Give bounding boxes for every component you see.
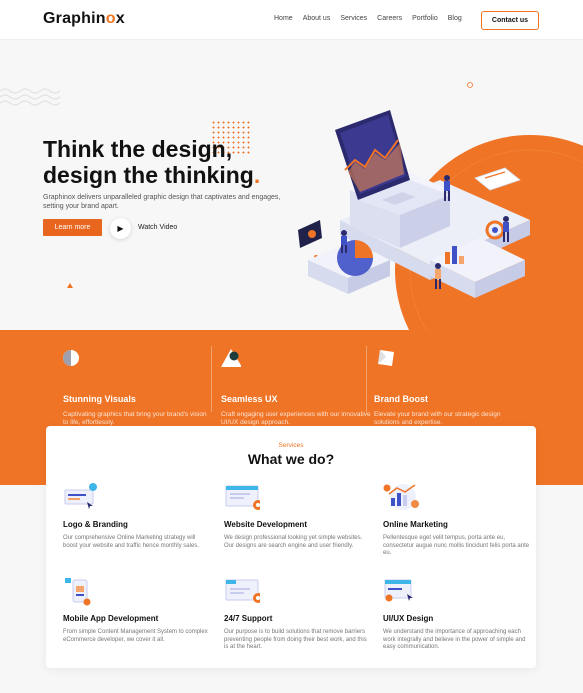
nav-blog[interactable]: Blog xyxy=(448,15,462,22)
nav-portfolio[interactable]: Portfolio xyxy=(412,15,438,22)
nav-careers[interactable]: Careers xyxy=(377,15,402,22)
divider xyxy=(211,346,212,412)
hero-title: Think the design, design the thinking. xyxy=(43,136,261,188)
contact-button[interactable]: Contact us xyxy=(481,11,539,30)
logo[interactable]: Graphinox xyxy=(43,10,125,28)
ui-ux-design-icon xyxy=(384,579,413,602)
hero-illustration xyxy=(298,82,583,330)
wave-decoration-icon xyxy=(0,88,61,106)
services-card: Services What we do? Logo & Branding Our… xyxy=(46,426,536,668)
diamond-icon xyxy=(378,350,394,366)
main-nav: Home About us Services Careers Portfolio… xyxy=(274,15,462,22)
website-development-icon xyxy=(225,485,260,510)
nav-home[interactable]: Home xyxy=(274,15,293,22)
site-header: Graphinox Home About us Services Careers… xyxy=(0,0,583,40)
hero-description: Graphinox delivers unparalleled graphic … xyxy=(43,194,281,210)
services-title: What we do? xyxy=(247,451,335,467)
support-icon xyxy=(225,579,260,603)
services-kicker: Services xyxy=(278,442,304,449)
nav-services[interactable]: Services xyxy=(340,15,367,22)
divider xyxy=(366,346,367,412)
online-marketing-icon xyxy=(383,484,419,510)
watch-video-link[interactable]: Watch Video xyxy=(138,224,177,231)
learn-more-button[interactable]: Learn more xyxy=(43,219,102,236)
half-circle-icon xyxy=(63,350,79,366)
triangle-decoration xyxy=(67,283,73,288)
triangle-icon xyxy=(221,349,241,367)
play-icon[interactable]: ▶ xyxy=(110,218,131,239)
hero-section: Think the design, design the thinking. G… xyxy=(0,40,583,330)
nav-about[interactable]: About us xyxy=(303,15,331,22)
logo-branding-icon xyxy=(64,483,97,509)
mobile-app-icon xyxy=(65,578,91,606)
